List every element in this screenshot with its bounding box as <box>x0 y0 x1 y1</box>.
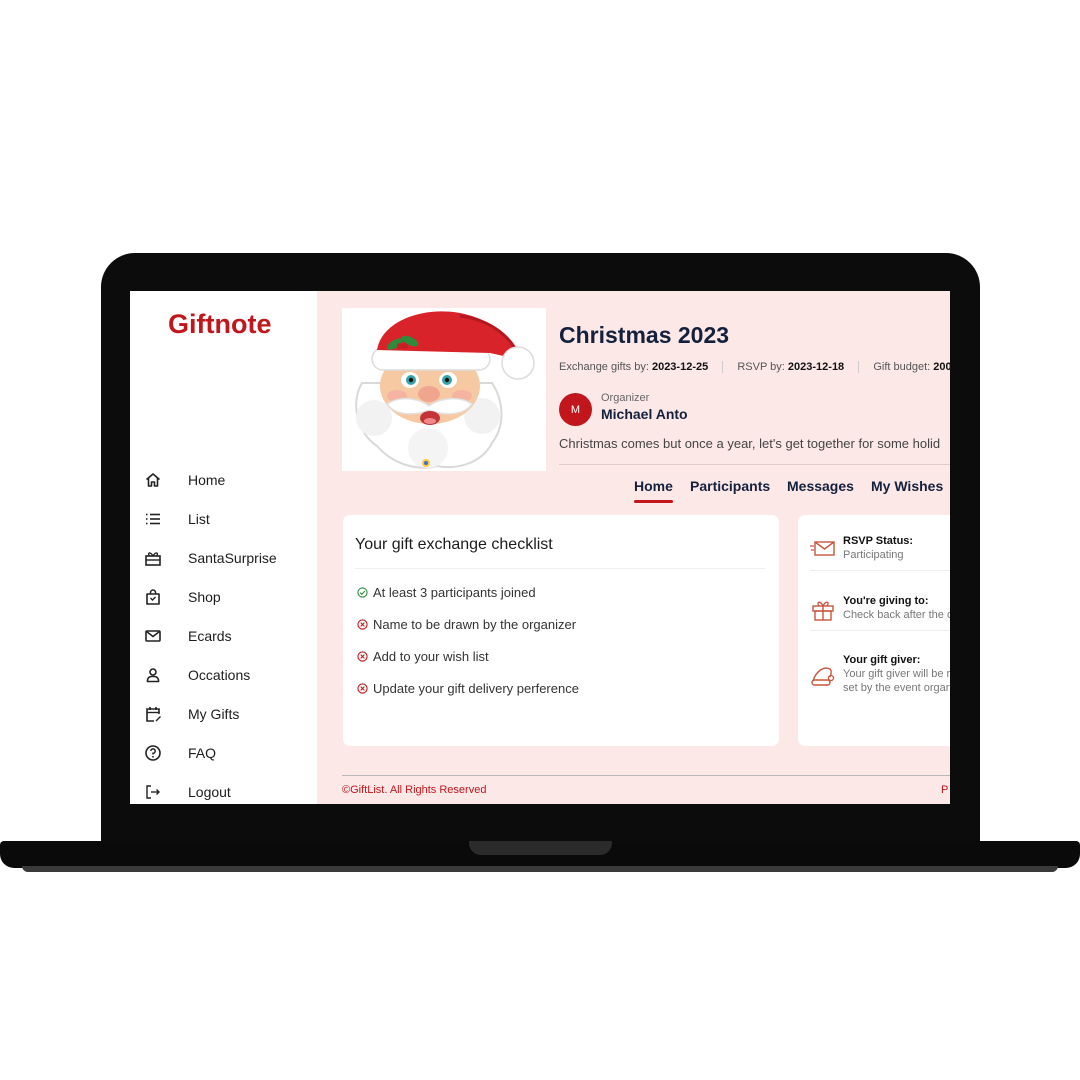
gift-giver-line2: set by the event organ <box>843 682 950 694</box>
sidebar-item-label: Shop <box>188 589 221 605</box>
gift-giver-title: Your gift giver: <box>843 654 921 666</box>
tab-my-wishes[interactable]: My Wishes <box>871 478 943 494</box>
avatar: M <box>559 393 592 426</box>
sidebar-item-faq[interactable]: FAQ <box>130 738 317 768</box>
sidebar-item-label: Home <box>188 472 226 488</box>
tab-messages[interactable]: Messages <box>787 478 854 494</box>
main-content: Christmas 2023 Exchange gifts by: 2023-1… <box>317 291 950 804</box>
gift-icon <box>812 601 834 621</box>
footer-copyright: ©GiftList. All Rights Reserved <box>342 784 487 796</box>
giving-to: You're giving to: Check back after the d <box>843 595 950 621</box>
rsvp-label: RSVP by: <box>737 361 788 373</box>
sidebar-item-ecards[interactable]: Ecards <box>130 621 317 651</box>
checklist-item: Update your gift delivery perference <box>357 681 579 696</box>
check-circle-icon <box>357 587 368 598</box>
checklist-item-label: Name to be drawn by the organizer <box>373 617 577 632</box>
tab-home[interactable]: Home <box>634 478 673 503</box>
santa-hat-icon <box>811 667 835 686</box>
rsvp-status-title: RSVP Status: <box>843 535 914 547</box>
mail-icon <box>145 630 161 642</box>
gift-giver: Your gift giver: Your gift giver will be… <box>843 654 950 694</box>
sidebar-item-label: Ecards <box>188 628 232 644</box>
gift-box-icon <box>145 552 161 566</box>
sidebar-item-shop[interactable]: Shop <box>130 582 317 612</box>
x-circle-icon <box>357 683 368 694</box>
divider <box>559 464 950 465</box>
logout-icon <box>146 785 160 799</box>
checklist-title: Your gift exchange checklist <box>355 536 553 553</box>
budget-value: 200 <box>933 361 950 373</box>
home-icon <box>145 473 161 487</box>
logo[interactable]: Giftnote <box>168 309 271 340</box>
x-circle-icon <box>357 619 368 630</box>
checklist-item: At least 3 participants joined <box>357 585 536 600</box>
sidebar-item-home[interactable]: Home <box>130 465 317 495</box>
meta-separator <box>722 361 724 374</box>
user-icon <box>146 668 160 683</box>
checklist-item-label: Add to your wish list <box>373 649 489 664</box>
organizer-name: Michael Anto <box>601 406 688 422</box>
list-icon <box>146 513 160 525</box>
sidebar-item-label: FAQ <box>188 745 217 761</box>
sidebar-item-label: My Gifts <box>188 706 240 722</box>
event-description: Christmas comes but once a year, let's g… <box>559 436 941 451</box>
sidebar-item-label: List <box>188 511 210 527</box>
x-circle-icon <box>357 651 368 662</box>
sidebar-item-label: SantaSurprise <box>188 550 277 566</box>
status-card: RSVP Status: Participating You're giving… <box>798 515 950 746</box>
divider <box>355 568 765 569</box>
checklist-item: Add to your wish list <box>357 649 489 664</box>
sidebar-item-list[interactable]: List <box>130 504 317 534</box>
shopping-bag-icon <box>146 589 160 605</box>
exchange-date: 2023-12-25 <box>651 361 709 373</box>
checklist-item: Name to be drawn by the organizer <box>357 617 576 632</box>
checklist-card: Your gift exchange checklist At least 3 … <box>343 515 779 746</box>
footer-divider <box>342 775 950 776</box>
organizer-label: Organizer <box>601 392 650 404</box>
rsvp-status: RSVP Status: Participating <box>843 535 913 561</box>
rsvp-status-value: Participating <box>843 549 904 561</box>
sidebar: Giftnote Home List SantaSurprise Shop Ec… <box>130 291 317 804</box>
giving-to-title: You're giving to: <box>843 595 929 607</box>
sidebar-item-my-gifts[interactable]: My Gifts <box>130 699 317 729</box>
sidebar-item-santasurprise[interactable]: SantaSurprise <box>130 543 317 573</box>
footer-link[interactable]: P <box>941 784 948 796</box>
event-meta: Exchange gifts by: 2023-12-25 RSVP by: 2… <box>559 361 950 374</box>
event-title: Christmas 2023 <box>559 322 730 348</box>
sidebar-item-label: Occations <box>188 667 251 683</box>
giving-to-value: Check back after the d <box>843 609 950 621</box>
event-image <box>342 308 546 471</box>
checklist-item-label: Update your gift delivery perference <box>373 681 579 696</box>
sidebar-item-logout[interactable]: Logout <box>130 777 317 804</box>
sidebar-item-label: Logout <box>188 784 231 800</box>
budget-label: Gift budget: <box>873 361 934 373</box>
gift-giver-line1: Your gift giver will be r <box>843 668 950 680</box>
rsvp-date: 2023-12-18 <box>787 361 845 373</box>
checklist-item-label: At least 3 participants joined <box>373 585 536 600</box>
calendar-edit-icon <box>146 707 161 722</box>
laptop-base-shadow <box>22 866 1058 872</box>
laptop-notch <box>469 841 612 855</box>
mail-send-icon <box>810 541 835 556</box>
tab-participants[interactable]: Participants <box>690 478 770 494</box>
sidebar-item-occations[interactable]: Occations <box>130 660 317 690</box>
laptop-screen: Giftnote Home List SantaSurprise Shop Ec… <box>130 291 950 804</box>
meta-separator <box>858 361 860 374</box>
divider <box>810 630 950 631</box>
divider <box>810 570 950 571</box>
santa-claus-icon <box>355 311 535 469</box>
question-icon <box>145 745 161 761</box>
exchange-label: Exchange gifts by: <box>559 361 652 373</box>
